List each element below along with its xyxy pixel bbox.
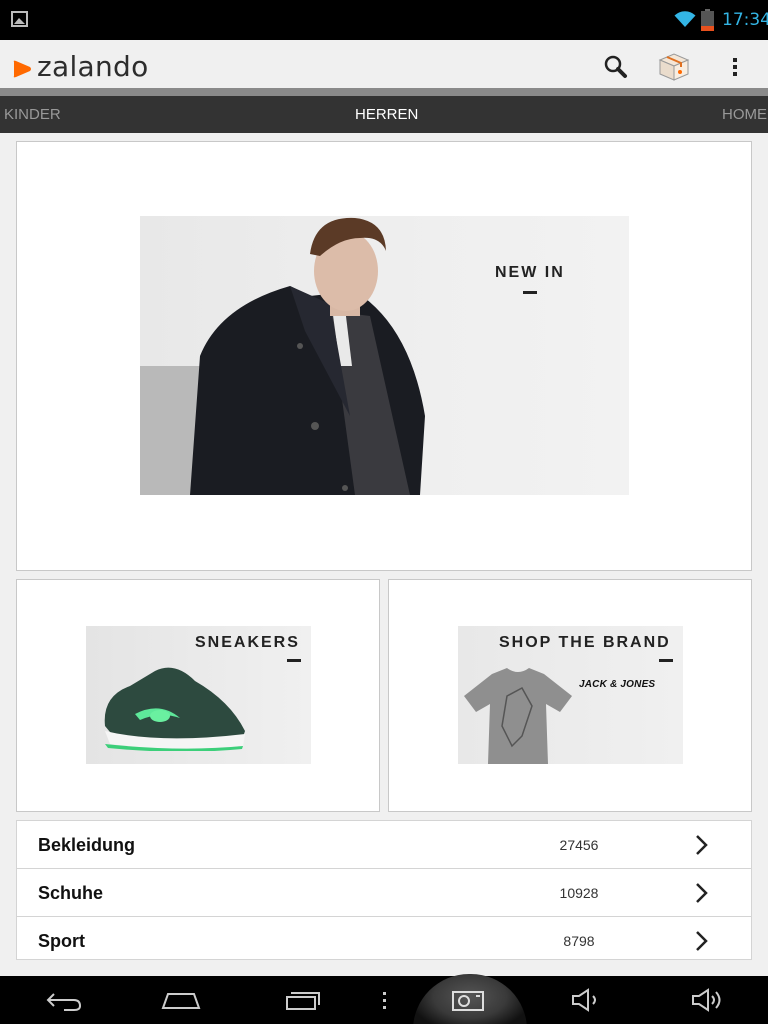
image-notification-icon: [11, 11, 28, 27]
category-count: 8798: [563, 933, 595, 949]
tab-herren[interactable]: HERREN: [355, 106, 418, 123]
clock: 17:34: [722, 10, 768, 30]
tab-kinder[interactable]: KINDER: [4, 106, 61, 123]
jack-jones-logo: JACK & JONES: [579, 679, 656, 690]
action-bar-divider: [0, 88, 768, 96]
hero-image: NEW IN: [140, 216, 629, 495]
chevron-right-icon: [696, 883, 708, 903]
search-icon[interactable]: [598, 48, 634, 84]
category-label: Bekleidung: [38, 835, 136, 855]
hero-dash: [523, 291, 537, 294]
zalando-logo-icon: [13, 60, 31, 78]
brand-image: SHOP THE BRAND JACK & JONES: [458, 626, 683, 764]
hero-title: NEW IN: [495, 264, 565, 281]
category-label: Sport: [38, 931, 85, 951]
back-icon[interactable]: [44, 988, 84, 1012]
brand-logo-text[interactable]: zalando: [37, 50, 149, 83]
brand-title: SHOP THE BRAND: [499, 634, 671, 651]
tab-home[interactable]: HOME: [722, 106, 767, 123]
system-nav-bar: [0, 974, 768, 1024]
sneakers-dash: [287, 659, 301, 662]
recent-apps-icon[interactable]: [284, 988, 324, 1012]
category-count: 10928: [559, 885, 599, 901]
battery-icon: [701, 9, 714, 31]
cart-box-icon[interactable]: [656, 48, 692, 84]
category-list: Bekleidung 27456 Schuhe 10928 Sport 8798: [16, 820, 752, 960]
list-item-sport[interactable]: Sport 8798: [17, 917, 751, 959]
sneakers-promo-card[interactable]: SNEAKERS: [16, 579, 380, 812]
hero-new-in-card[interactable]: NEW IN: [16, 141, 752, 571]
sneakers-title: SNEAKERS: [195, 634, 300, 651]
screenshot-camera-icon[interactable]: [450, 988, 486, 1012]
status-bar: 17:34: [0, 0, 768, 40]
chevron-right-icon: [696, 835, 708, 855]
shop-the-brand-card[interactable]: SHOP THE BRAND JACK & JONES: [388, 579, 752, 812]
list-item-schuhe[interactable]: Schuhe 10928: [17, 869, 751, 917]
brand-dash: [659, 659, 673, 662]
sneakers-image: SNEAKERS: [86, 626, 311, 764]
action-bar: zalando: [0, 40, 768, 88]
category-label: Schuhe: [38, 883, 104, 903]
category-count: 27456: [559, 837, 599, 853]
volume-down-icon[interactable]: [570, 988, 602, 1012]
wifi-icon: [674, 11, 696, 27]
list-item-bekleidung[interactable]: Bekleidung 27456: [17, 821, 751, 869]
category-tabs: KINDER HERREN HOME: [0, 96, 768, 133]
volume-up-icon[interactable]: [690, 988, 724, 1012]
chevron-right-icon: [696, 931, 708, 951]
home-icon[interactable]: [160, 988, 202, 1012]
overflow-menu-icon[interactable]: [717, 48, 753, 84]
app-screen: 17:34 zalando KINDER HERREN HOME NEW IN …: [0, 0, 768, 1024]
menu-icon[interactable]: [380, 988, 390, 1012]
